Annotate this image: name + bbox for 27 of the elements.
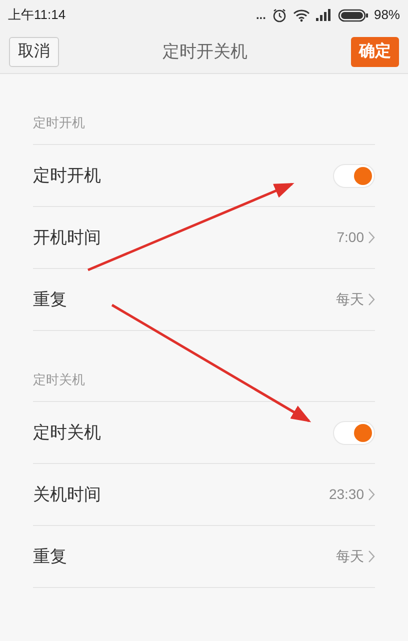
- row-label: 开机时间: [33, 226, 101, 249]
- row-value: 23:30: [328, 485, 364, 504]
- page-title: 定时开关机: [162, 40, 248, 63]
- toggle-switch[interactable]: [333, 420, 375, 444]
- section-header: 定时关机: [33, 370, 85, 388]
- chevron-icon: [368, 488, 375, 501]
- row-label: 定时关机: [33, 422, 101, 444]
- row-value: 每天: [336, 547, 364, 566]
- wifi-icon: [292, 8, 310, 22]
- more-dots: ...: [256, 7, 266, 24]
- section-header: 定时开机: [33, 114, 85, 132]
- signal-icon: [316, 9, 332, 21]
- cancel-button[interactable]: 取消: [9, 36, 59, 66]
- row-label: 定时开机: [33, 164, 101, 187]
- chevron-icon: [368, 550, 375, 563]
- alarm-icon: [272, 8, 287, 22]
- row-label: 关机时间: [33, 484, 101, 506]
- status-time: 上午11:14: [8, 6, 66, 24]
- row-label: 重复: [33, 546, 67, 568]
- row-label: 重复: [33, 288, 67, 311]
- chevron-icon: [368, 231, 375, 244]
- battery-icon: [338, 8, 368, 22]
- row-value: 每天: [336, 290, 364, 309]
- battery-percent: 98%: [374, 6, 400, 24]
- row-value: 7:00: [336, 228, 364, 247]
- toggle-switch[interactable]: [333, 164, 375, 188]
- chevron-icon: [368, 293, 375, 306]
